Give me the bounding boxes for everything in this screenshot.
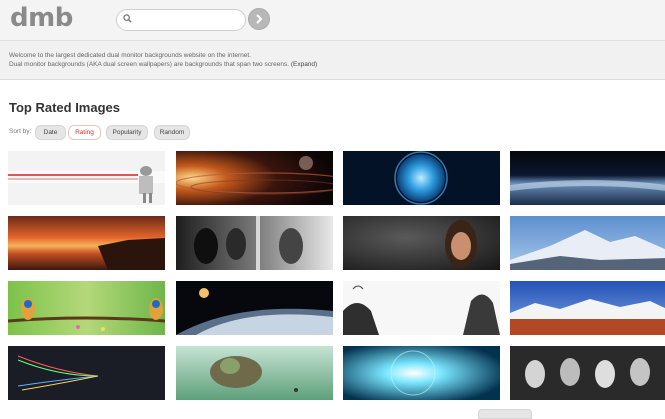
chevron-right-icon bbox=[256, 14, 263, 24]
wallpaper-thumb-bee-eater-birds[interactable] bbox=[8, 281, 165, 335]
wallpaper-thumb-red-laser-robot[interactable] bbox=[8, 151, 165, 205]
expand-link[interactable]: (Expand) bbox=[291, 61, 317, 68]
wallpaper-thumb-blue-earth[interactable] bbox=[343, 151, 500, 205]
search-box[interactable] bbox=[116, 9, 246, 31]
page-title: Top Rated Images bbox=[9, 100, 121, 115]
wallpaper-thumb-mountain-desert[interactable] bbox=[510, 281, 665, 335]
site-header: dmb bbox=[0, 0, 665, 41]
sort-random-button[interactable]: Random bbox=[154, 125, 190, 140]
sort-date-button[interactable]: Date bbox=[35, 125, 66, 140]
sort-label: Sort by: bbox=[9, 128, 32, 135]
wallpaper-thumb-light-lines[interactable] bbox=[8, 346, 165, 400]
search-go-button[interactable] bbox=[248, 8, 270, 30]
wallpaper-thumb-woman-portrait[interactable] bbox=[343, 216, 500, 270]
sort-rating-button[interactable]: Rating bbox=[68, 125, 101, 140]
wallpaper-thumb-planet-rings[interactable] bbox=[176, 151, 333, 205]
wallpaper-thumb-soldiers[interactable] bbox=[176, 216, 333, 270]
wallpaper-thumb-sunset-sea[interactable] bbox=[8, 216, 165, 270]
wallpaper-thumb-planet-space[interactable] bbox=[176, 281, 333, 335]
intro-line-2: Dual monitor backgrounds (AKA dual scree… bbox=[9, 61, 317, 68]
wallpaper-thumb-tree-drawing[interactable] bbox=[343, 281, 500, 335]
wallpaper-thumb-flying-castle[interactable] bbox=[176, 346, 333, 400]
search-input[interactable] bbox=[137, 11, 241, 29]
wallpaper-thumb-binary-tunnel[interactable] bbox=[343, 346, 500, 400]
sort-popularity-button[interactable]: Popularity bbox=[106, 125, 148, 140]
intro-banner: Welcome to the largest dedicated dual mo… bbox=[0, 41, 665, 80]
load-more-button[interactable] bbox=[478, 409, 532, 419]
wallpaper-thumb-earth-horizon[interactable] bbox=[510, 151, 665, 205]
wallpaper-thumb-stormtroopers[interactable] bbox=[510, 346, 665, 400]
wallpaper-thumb-snowy-mountain[interactable] bbox=[510, 216, 665, 270]
intro-line-2-text: Dual monitor backgrounds (AKA dual scree… bbox=[9, 61, 290, 68]
search-icon bbox=[123, 14, 132, 23]
site-logo[interactable]: dmb bbox=[10, 3, 73, 33]
intro-line-1: Welcome to the largest dedicated dual mo… bbox=[9, 52, 251, 59]
